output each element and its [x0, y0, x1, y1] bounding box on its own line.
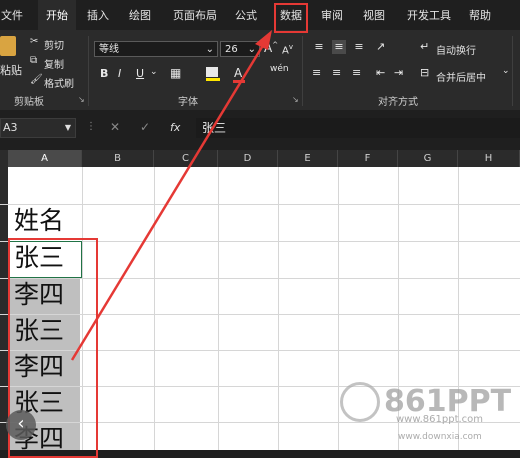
column-header-g[interactable]: G — [398, 150, 458, 167]
copy-icon: ⧉ — [30, 55, 38, 66]
align-left-icon[interactable]: ≡ — [312, 66, 321, 79]
column-header-b[interactable]: B — [82, 150, 154, 167]
font-name-select[interactable]: 等线 ⌄ — [94, 41, 218, 57]
column-header-c[interactable]: C — [154, 150, 218, 167]
gridline — [0, 204, 520, 205]
back-arrow-icon[interactable]: ‹ — [6, 410, 36, 440]
alignment-group-label: 对齐方式 — [378, 97, 418, 108]
row-header-strip — [0, 167, 8, 450]
tab-formulas[interactable]: 公式 — [230, 0, 262, 30]
tab-help[interactable]: 帮助 — [464, 0, 496, 30]
font-name-value: 等线 — [99, 44, 119, 55]
clipboard-launcher-icon[interactable]: ↘ — [78, 95, 85, 104]
chevron-down-icon[interactable]: ⌄ — [150, 67, 158, 77]
tab-draw[interactable]: 绘图 — [124, 0, 156, 30]
tab-review[interactable]: 审阅 — [316, 0, 348, 30]
paste-button[interactable]: 粘贴 — [0, 62, 22, 78]
watermark-logo — [340, 382, 380, 422]
merge-center-icon: ⊟ — [420, 66, 430, 79]
format-painter-icon: 🖌 — [30, 74, 43, 85]
copy-button[interactable]: 复制 — [44, 56, 64, 71]
divider — [512, 36, 513, 106]
watermark-site: www.861ppt.com — [396, 414, 484, 425]
column-header-d[interactable]: D — [218, 150, 278, 167]
tab-home[interactable]: 开始 — [38, 0, 76, 30]
italic-button[interactable]: I — [118, 67, 121, 80]
chevron-down-icon: ⌄ — [205, 44, 214, 55]
format-painter-button[interactable]: 格式刷 — [44, 75, 74, 90]
formula-input[interactable]: 张三 — [196, 118, 520, 138]
font-color-swatch — [233, 80, 245, 83]
cancel-icon[interactable]: ✕ — [110, 120, 120, 134]
merge-center-button[interactable]: 合并后居中 — [436, 69, 486, 84]
orientation-icon[interactable]: ↗ — [376, 40, 385, 53]
divider — [88, 36, 89, 106]
scissors-icon: ✂ — [30, 36, 39, 47]
chevron-down-icon: ⌄ — [247, 44, 256, 55]
indent-increase-icon[interactable]: ⇥ — [394, 66, 403, 79]
align-top-icon[interactable]: ≡ — [312, 40, 326, 54]
font-group-label: 字体 — [178, 97, 198, 108]
tab-developer[interactable]: 开发工具 — [402, 0, 456, 30]
gridline — [338, 167, 339, 450]
select-all-corner[interactable] — [0, 150, 8, 167]
gridline — [278, 167, 279, 450]
tab-view[interactable]: 视图 — [358, 0, 390, 30]
column-header-a[interactable]: A — [8, 150, 82, 167]
decrease-font-icon[interactable]: Av — [282, 43, 293, 56]
font-size-select[interactable]: 26 ⌄ — [220, 41, 260, 57]
border-icon[interactable]: ▦ — [170, 66, 181, 80]
insert-function-button[interactable]: fx — [170, 121, 180, 134]
gridline — [218, 167, 219, 450]
column-header-h[interactable]: H — [458, 150, 520, 167]
align-middle-icon[interactable]: ≡ — [332, 40, 346, 54]
align-center-icon[interactable]: ≡ — [332, 66, 341, 79]
cell-a2[interactable]: 姓名 — [14, 203, 64, 239]
paste-icon — [0, 36, 16, 56]
divider — [302, 36, 303, 106]
highlight-box-data-tab — [274, 3, 308, 33]
enter-icon[interactable]: ✓ — [140, 120, 150, 134]
font-size-value: 26 — [225, 44, 238, 55]
chevron-down-icon: ▼ — [64, 123, 71, 132]
align-right-icon[interactable]: ≡ — [352, 66, 361, 79]
underline-button[interactable]: U — [136, 67, 144, 80]
cut-button[interactable]: 剪切 — [44, 37, 64, 52]
increase-font-icon[interactable]: A^ — [264, 41, 278, 55]
font-launcher-icon[interactable]: ↘ — [292, 95, 299, 104]
clipboard-group-label: 剪贴板 — [14, 97, 44, 108]
phonetic-button[interactable]: wén — [270, 64, 289, 74]
tab-page-layout[interactable]: 页面布局 — [168, 0, 222, 30]
bold-button[interactable]: B — [100, 67, 108, 80]
indent-decrease-icon[interactable]: ⇤ — [376, 66, 385, 79]
wrap-text-button[interactable]: 自动换行 — [436, 42, 476, 57]
fill-color-icon[interactable] — [206, 67, 218, 77]
watermark-site-secondary: www.downxia.com — [398, 432, 482, 442]
column-header-e[interactable]: E — [278, 150, 338, 167]
wrap-text-icon: ↵ — [420, 40, 430, 53]
chevron-down-icon[interactable]: ⌄ — [502, 66, 510, 76]
tab-file[interactable]: 文件 — [0, 0, 24, 30]
fill-color-swatch — [206, 78, 220, 81]
font-color-icon[interactable]: A — [234, 66, 242, 80]
tab-insert[interactable]: 插入 — [82, 0, 114, 30]
name-box[interactable]: A3 ▼ — [0, 118, 76, 138]
more-icon: ⋮ — [86, 121, 96, 132]
align-bottom-icon[interactable]: ≡ — [352, 40, 366, 54]
name-box-value: A3 — [3, 121, 18, 134]
column-header-f[interactable]: F — [338, 150, 398, 167]
gridline — [154, 167, 155, 450]
